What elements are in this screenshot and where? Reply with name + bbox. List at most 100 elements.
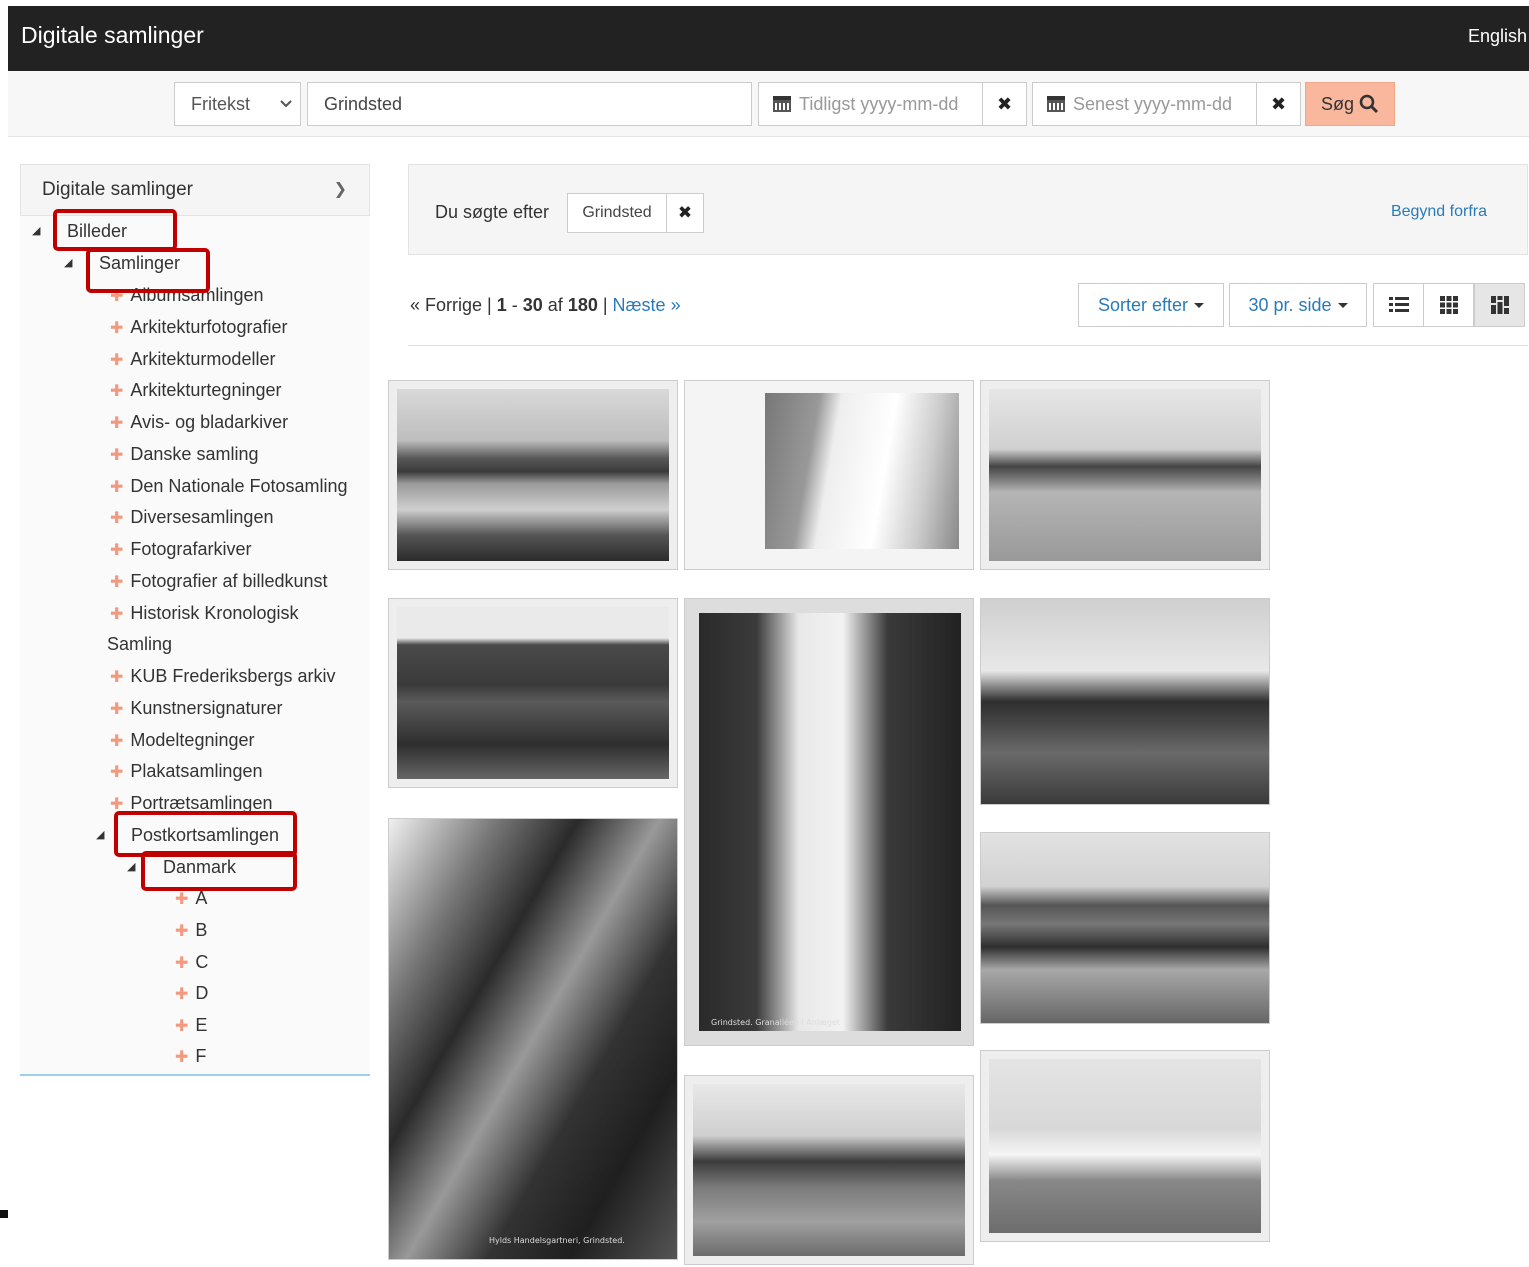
tree-node-collection[interactable]: ✚ Avis- og bladarkiver — [110, 412, 288, 433]
per-page-label: 30 pr. side — [1248, 294, 1332, 315]
search-prefix-text: Du søgte efter — [435, 202, 550, 222]
search-button[interactable]: Søg — [1305, 82, 1395, 126]
tree-node-collection[interactable]: ✚ Arkitekturfotografier — [110, 317, 287, 338]
tree-node-collection[interactable]: ✚ Arkitekturmodeller — [110, 349, 275, 370]
chevron-down-icon — [280, 100, 292, 108]
start-over-link[interactable]: Begynd forfra — [1391, 203, 1487, 221]
result-thumbnail[interactable] — [980, 380, 1270, 570]
search-input[interactable]: Grindsted — [307, 82, 752, 126]
chevron-down-icon: ❯ — [333, 181, 347, 198]
plus-icon: ✚ — [175, 1049, 189, 1066]
tree-node-collection[interactable]: ✚ Modeltegninger — [110, 730, 255, 751]
tree-node-letter[interactable]: ✚ C — [175, 952, 208, 973]
tree-node-collection[interactable]: ✚ Plakatsamlingen — [110, 761, 262, 782]
plus-icon: ✚ — [110, 447, 124, 464]
collection-tree: ◢ Billeder ◢ Samlinger ✚ Albumsamlingen ✚… — [20, 216, 370, 1074]
sidebar: Digitale samlinger ❯ ◢ Billeder ◢ Samlin… — [20, 164, 370, 1076]
range-of: af — [547, 295, 563, 315]
search-constraints: Du søgte efter Grindsted ✖ Begynd forfra — [408, 164, 1528, 255]
sidebar-title: Digitale samlinger — [42, 179, 194, 200]
result-thumbnail[interactable] — [980, 832, 1270, 1024]
plus-icon: ✚ — [110, 669, 124, 686]
next-link[interactable]: Næste » — [613, 295, 681, 315]
search-bar: Fritekst Grindsted Tidligst yyyy-mm-dd ✖… — [8, 71, 1529, 137]
pagination: « Forrige | 1 - 30 af 180 | Næste » — [410, 295, 681, 315]
plus-icon: ✚ — [175, 891, 189, 908]
calendar-icon — [1047, 96, 1065, 112]
plus-icon: ✚ — [110, 320, 124, 337]
plus-icon: ✚ — [110, 733, 124, 750]
date-from-input[interactable]: Tidligst yyyy-mm-dd — [758, 82, 983, 126]
result-thumbnail[interactable]: Hylds Handelsgartneri, Grindsted. — [388, 818, 678, 1260]
result-thumbnail[interactable] — [388, 598, 678, 788]
search-icon — [1359, 94, 1379, 114]
date-to-input[interactable]: Senest yyyy-mm-dd — [1032, 82, 1257, 126]
list-icon — [1388, 297, 1409, 312]
plus-icon: ✚ — [110, 542, 124, 559]
divider — [408, 345, 1528, 346]
date-to-placeholder: Senest yyyy-mm-dd — [1073, 93, 1233, 114]
search-field-select[interactable]: Fritekst — [174, 82, 301, 126]
tree-node-collection[interactable]: ✚ Kunstnersignaturer — [110, 698, 283, 719]
expanded-triangle-icon[interactable]: ◢ — [127, 860, 135, 873]
tree-node-collection[interactable]: ✚ Fotografier af billedkunst — [110, 571, 328, 592]
prev-link[interactable]: « Forrige — [410, 295, 482, 315]
expanded-triangle-icon[interactable]: ◢ — [32, 224, 40, 237]
tree-node-collection[interactable]: ✚ Diversesamlingen — [110, 507, 273, 528]
highlight-samlinger — [86, 248, 210, 293]
query-chip-remove-button[interactable]: ✖ — [667, 194, 703, 232]
range-total: 180 — [567, 295, 598, 315]
sort-dropdown[interactable]: Sorter efter — [1078, 283, 1224, 327]
expanded-triangle-icon[interactable]: ◢ — [64, 256, 72, 269]
range-end: 30 — [522, 295, 543, 315]
clear-date-from-button[interactable]: ✖ — [982, 82, 1027, 126]
tree-node-collection[interactable]: ✚ Fotografarkiver — [110, 539, 251, 560]
search-button-label: Søg — [1320, 93, 1354, 114]
tree-node-collection[interactable]: ✚ Historisk Kronologisk — [110, 603, 298, 624]
tree-node-letter[interactable]: ✚ D — [175, 983, 208, 1004]
plus-icon: ✚ — [175, 923, 189, 940]
result-thumbnail[interactable]: Grindsted. Granalléen i Anlæget — [684, 598, 974, 1046]
result-thumbnail[interactable] — [980, 598, 1270, 805]
highlight-danmark — [141, 851, 297, 891]
plus-icon: ✚ — [175, 955, 189, 972]
sort-label: Sorter efter — [1097, 294, 1189, 315]
search-field-value: Fritekst — [191, 93, 251, 114]
tree-node-collection-wrap[interactable]: Samling — [107, 634, 172, 655]
list-view-button[interactable] — [1373, 283, 1424, 327]
result-thumbnail[interactable] — [388, 380, 678, 570]
highlight-billeder — [53, 209, 177, 251]
masonry-icon — [1490, 296, 1509, 314]
tree-node-letter[interactable]: ✚ A — [175, 888, 207, 909]
result-thumbnail[interactable] — [684, 1075, 974, 1265]
plus-icon: ✚ — [175, 1018, 189, 1035]
plus-icon: ✚ — [175, 986, 189, 1003]
masonry-view-button[interactable] — [1474, 283, 1525, 327]
expanded-triangle-icon[interactable]: ◢ — [96, 828, 104, 841]
brand-title[interactable]: Digitale samlinger — [21, 22, 204, 49]
query-chip-label[interactable]: Grindsted — [568, 194, 667, 232]
tree-node-letter[interactable]: ✚ F — [175, 1046, 206, 1067]
top-navbar: Digitale samlinger English — [8, 6, 1529, 71]
per-page-dropdown[interactable]: 30 pr. side — [1229, 283, 1367, 327]
result-thumbnail[interactable] — [684, 380, 974, 570]
thumbnail-caption: Hylds Handelsgartneri, Grindsted. — [489, 1236, 625, 1245]
language-switch[interactable]: English — [1468, 26, 1527, 47]
plus-icon: ✚ — [110, 606, 124, 623]
tree-node-collection[interactable]: ✚ Arkitekturtegninger — [110, 380, 281, 401]
date-from-placeholder: Tidligst yyyy-mm-dd — [799, 93, 959, 114]
plus-icon: ✚ — [110, 479, 124, 496]
tree-node-collection[interactable]: ✚ Danske samling — [110, 444, 258, 465]
tree-node-collection[interactable]: ✚ Den Nationale Fotosamling — [110, 476, 348, 497]
tree-node-collection[interactable]: ✚ KUB Frederiksbergs arkiv — [110, 666, 335, 687]
grid-view-button[interactable] — [1423, 283, 1474, 327]
tree-node-letter[interactable]: ✚ B — [175, 920, 207, 941]
clear-date-to-button[interactable]: ✖ — [1256, 82, 1301, 126]
tree-node-letter[interactable]: ✚ E — [175, 1015, 207, 1036]
result-thumbnail[interactable] — [980, 1050, 1270, 1242]
range-start: 1 — [496, 295, 507, 315]
page-edge-marker — [0, 1210, 8, 1218]
plus-icon: ✚ — [110, 415, 124, 432]
plus-icon: ✚ — [110, 352, 124, 369]
plus-icon: ✚ — [110, 701, 124, 718]
